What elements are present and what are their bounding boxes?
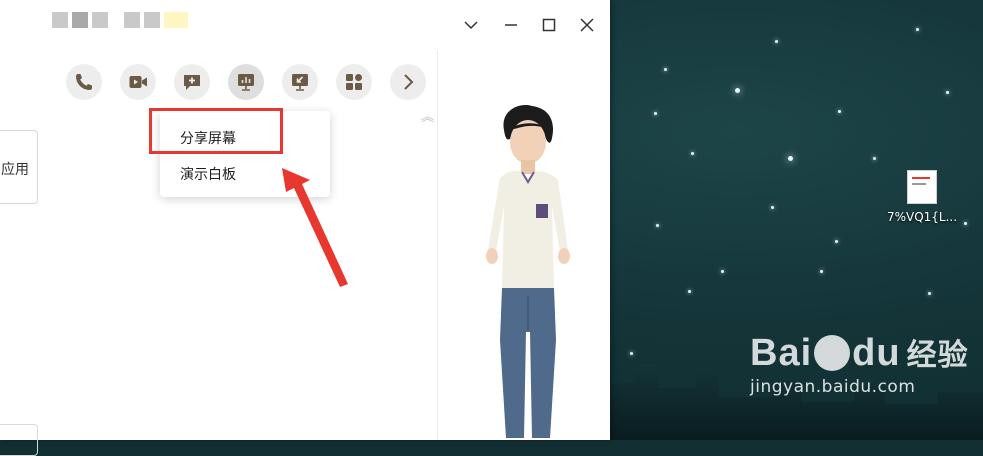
close-icon — [580, 18, 594, 32]
desktop-file-icon[interactable]: 7%VQ1{L... — [880, 170, 964, 224]
more-tools-button[interactable] — [390, 64, 426, 100]
voice-call-button[interactable] — [66, 64, 102, 100]
star — [946, 91, 949, 94]
left-panel-card-label: 应用 — [1, 162, 29, 178]
star — [721, 270, 724, 273]
phone-icon — [76, 74, 92, 90]
star — [873, 157, 876, 160]
start-chat-button[interactable] — [174, 64, 210, 100]
watermark-logo-cn: 经验 — [906, 339, 969, 372]
left-panel-card[interactable]: 应用 — [0, 130, 38, 204]
chat-add-icon — [184, 75, 200, 90]
contact-name-blurred — [52, 12, 188, 32]
watermark-logo: Bai du 经验 — [750, 330, 970, 375]
file-thumbnail-icon — [907, 170, 937, 204]
star — [654, 112, 657, 115]
star — [656, 224, 659, 227]
baidu-jingyan-watermark: Bai du 经验 jingyan.baidu.com — [750, 330, 970, 397]
star — [788, 156, 793, 161]
star — [691, 152, 694, 155]
watermark-logo-suffix: du — [852, 332, 901, 374]
minimize-icon — [505, 24, 517, 26]
star — [928, 292, 931, 295]
left-panel-card-bottom[interactable] — [0, 424, 38, 456]
annotation-highlight-box — [149, 108, 283, 154]
close-button[interactable] — [574, 14, 600, 36]
screen-share-icon — [292, 74, 308, 91]
star — [820, 270, 823, 273]
avatar-character-figure — [486, 105, 570, 438]
present-icon — [238, 74, 254, 91]
paw-icon — [814, 335, 851, 371]
star — [664, 68, 667, 71]
apps-icon — [346, 74, 362, 90]
star — [835, 240, 838, 243]
apps-button[interactable] — [336, 64, 372, 100]
video-icon — [129, 76, 147, 88]
watermark-url: jingyan.baidu.com — [750, 377, 916, 397]
star — [916, 28, 919, 31]
star — [735, 88, 740, 93]
chevron-down-icon — [464, 21, 478, 30]
remote-assist-button[interactable] — [282, 64, 318, 100]
dropdown-chevron-button[interactable] — [458, 14, 484, 36]
desktop-file-label: 7%VQ1{L... — [886, 210, 958, 224]
maximize-button[interactable] — [536, 14, 562, 36]
chevron-right-icon — [404, 74, 414, 90]
present-button[interactable] — [228, 64, 264, 100]
star — [964, 222, 967, 225]
minimize-button[interactable] — [498, 14, 524, 36]
title-bar — [0, 0, 610, 50]
star — [775, 40, 778, 43]
menu-item-whiteboard[interactable]: 演示白板 — [180, 164, 236, 184]
star — [630, 352, 633, 355]
chat-toolbar — [66, 64, 426, 100]
star — [771, 206, 774, 209]
panel-divider — [437, 50, 438, 440]
star — [688, 290, 691, 293]
maximize-icon — [542, 18, 556, 32]
annotation-arrow-icon — [282, 168, 348, 287]
video-call-button[interactable] — [120, 64, 156, 100]
watermark-logo-prefix: Bai — [750, 332, 813, 374]
star — [838, 110, 841, 113]
chat-window: 应用 ︽ 分享屏幕 演示白板 — [0, 0, 610, 456]
collapse-caret-icon[interactable]: ︽ — [421, 106, 434, 125]
